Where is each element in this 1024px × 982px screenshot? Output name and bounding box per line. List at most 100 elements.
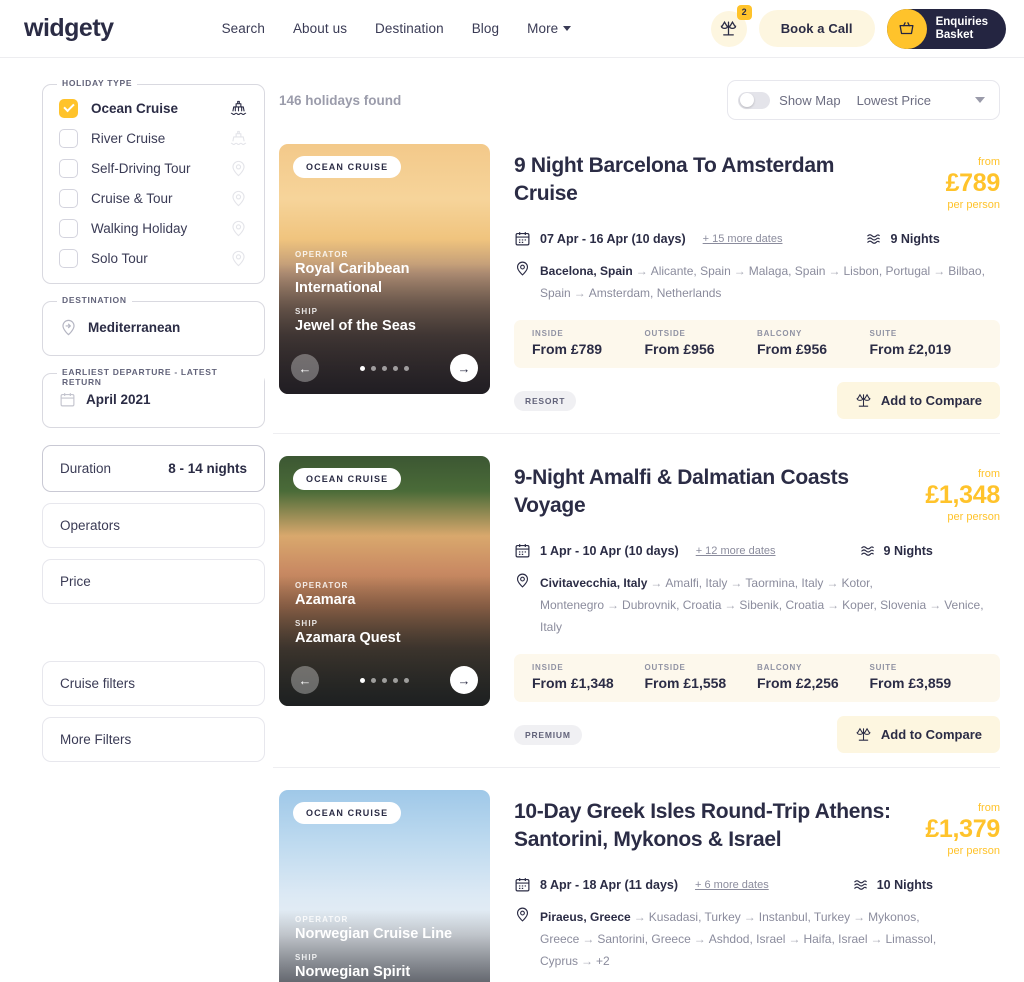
add-to-compare-button[interactable]: Add to Compare (836, 382, 1000, 419)
accordion-value: 8 - 14 nights (168, 461, 247, 476)
checkbox[interactable] (59, 188, 78, 208)
holiday-type-option-cruise-tour[interactable]: Cruise & Tour (43, 183, 264, 213)
holiday-type-option-ocean-cruise[interactable]: Ocean Cruise (43, 93, 264, 123)
holiday-result-card[interactable]: OCEAN CRUISE OPERATOR Azamara SHIP Azamara Q… (273, 433, 1000, 767)
holiday-title[interactable]: 10-Day Greek Isles Round-Trip Athens: Sa… (514, 798, 894, 854)
fare-cabin-type: BALCONY (757, 329, 803, 338)
port-name: Civitavecchia, Italy (540, 576, 648, 590)
add-to-compare-button[interactable]: Add to Compare (836, 716, 1000, 753)
card-header: 9 Night Barcelona To Amsterdam Cruise fro… (514, 152, 1000, 212)
port-arrow-icon: → (827, 598, 840, 612)
holiday-result-card[interactable]: OCEAN CRUISE OPERATOR Royal Caribbean Inte… (273, 136, 1000, 433)
carousel-dot[interactable] (360, 678, 365, 683)
port-name: Ashdod, Israel (708, 932, 786, 946)
holiday-type-option-river-cruise[interactable]: River Cruise (43, 123, 264, 153)
carousel-dot[interactable] (382, 678, 387, 683)
price-per-person-label: per person (947, 199, 1000, 211)
filter-accordion-more-filters[interactable]: More Filters (42, 717, 265, 762)
header-actions: 2 Book a Call Enquiries Basket (710, 4, 1006, 49)
itinerary-row: Civitavecchia, Italy → Amalfi, Italy → Taorm… (514, 572, 1000, 638)
card-image-carousel[interactable]: OCEAN CRUISE OPERATOR Royal Caribbean Inte… (279, 144, 490, 394)
show-map-toggle[interactable]: Show Map (738, 91, 841, 109)
sort-dropdown[interactable]: Lowest Price (857, 93, 985, 108)
port-arrow-icon: → (633, 910, 646, 924)
holiday-title[interactable]: 9 Night Barcelona To Amsterdam Cruise (514, 152, 894, 208)
accordion-label: Price (60, 574, 91, 589)
carousel-dot[interactable] (371, 678, 376, 683)
price-amount: £1,379 (925, 815, 1000, 843)
price-block: from £1,379 per person (908, 798, 1000, 858)
carousel-dot[interactable] (404, 366, 409, 371)
card-header: 9-Night Amalfi & Dalmatian Coasts Voyage… (514, 464, 1000, 524)
departure-dates: 07 Apr - 16 Apr (10 days) (540, 231, 686, 246)
ship-name: Jewel of the Seas (295, 318, 416, 334)
holiday-type-chip: OCEAN CRUISE (293, 156, 402, 178)
nav-item-about-us[interactable]: About us (293, 21, 347, 36)
carousel-prev-button[interactable]: ← (291, 666, 319, 694)
fare-cabin-type: INSIDE (532, 663, 564, 672)
holiday-type-option-self-driving-tour[interactable]: Self-Driving Tour (43, 153, 264, 183)
filter-accordion-price[interactable]: Price (42, 559, 265, 604)
checkbox[interactable] (59, 98, 78, 118)
date-range-value: April 2021 (86, 392, 151, 407)
port-arrow-icon: → (573, 286, 586, 300)
page-body: HOLIDAY TYPE Ocean Cruise River Cruise Sel… (0, 58, 1024, 982)
filters-sidebar: HOLIDAY TYPE Ocean Cruise River Cruise Sel… (0, 58, 265, 982)
itinerary-row: Bacelona, Spain → Alicante, Spain → Malaga, … (514, 260, 1000, 304)
check-icon (62, 100, 75, 113)
logo[interactable]: widgety (24, 16, 114, 41)
book-a-call-button[interactable]: Book a Call (758, 10, 875, 47)
card-details: 9 Night Barcelona To Amsterdam Cruise fro… (514, 144, 1000, 419)
carousel-dot[interactable] (393, 366, 398, 371)
carousel-dot[interactable] (404, 678, 409, 683)
site-header: widgety Search About us Destination Blog Mor… (0, 0, 1024, 57)
accordion-label: Cruise filters (60, 676, 136, 691)
carousel-next-button[interactable]: → (450, 666, 478, 694)
carousel-next-button[interactable]: → (450, 354, 478, 382)
nav-item-destination[interactable]: Destination (375, 21, 444, 36)
nav-item-search[interactable]: Search (222, 21, 265, 36)
dates-row: 8 Apr - 18 Apr (11 days) + 6 more dates 10… (514, 876, 1000, 893)
more-dates-link[interactable]: + 15 more dates (703, 233, 783, 245)
more-dates-link[interactable]: + 12 more dates (696, 545, 776, 557)
holiday-type-option-solo-tour[interactable]: Solo Tour (43, 243, 264, 273)
chevron-down-icon (563, 26, 572, 31)
fare-cell: OUTSIDE From £1,558 (645, 663, 758, 691)
nav-item-more[interactable]: More (527, 21, 572, 36)
more-dates-link[interactable]: + 6 more dates (695, 879, 769, 891)
map-pin-icon (228, 188, 248, 208)
holiday-result-card[interactable]: OCEAN CRUISE OPERATOR Norwegian Cruise Lin… (273, 767, 1000, 982)
enquiries-basket-button[interactable]: Enquiries Basket (886, 8, 1006, 49)
filter-accordion-duration[interactable]: Duration 8 - 14 nights (42, 445, 265, 492)
dates-row: 1 Apr - 10 Apr (10 days) + 12 more dates 9… (514, 542, 1000, 559)
holiday-type-label: Solo Tour (91, 250, 148, 266)
carousel-prev-button[interactable]: ← (291, 354, 319, 382)
calendar-icon (60, 393, 75, 407)
destination-filter[interactable]: DESTINATION Mediterranean (42, 295, 265, 356)
card-image-carousel[interactable]: OCEAN CRUISE OPERATOR Azamara SHIP Azamara Q… (279, 456, 490, 706)
port-arrow-icon: → (693, 932, 706, 946)
card-image-carousel[interactable]: OCEAN CRUISE OPERATOR Norwegian Cruise Lin… (279, 790, 490, 982)
port-name: Instanbul, Turkey (758, 910, 851, 924)
compare-tray-button[interactable]: 2 (710, 4, 752, 47)
date-range-filter[interactable]: EARLIEST DEPARTURE - LATEST RETURN April… (42, 367, 265, 428)
filter-accordion-cruise-filters[interactable]: Cruise filters (42, 661, 265, 706)
checkbox[interactable] (59, 128, 78, 148)
checkbox[interactable] (59, 158, 78, 178)
carousel-dot[interactable] (393, 678, 398, 683)
port-arrow-icon: → (607, 598, 620, 612)
scales-icon (720, 20, 737, 36)
checkbox[interactable] (59, 218, 78, 238)
compare-count-badge: 2 (736, 4, 752, 20)
itinerary-ports: Civitavecchia, Italy → Amalfi, Italy → Taorm… (540, 572, 1000, 638)
filter-accordion-operators[interactable]: Operators (42, 503, 265, 548)
carousel-dot[interactable] (371, 366, 376, 371)
holiday-type-option-walking-holiday[interactable]: Walking Holiday (43, 213, 264, 243)
carousel-dot[interactable] (360, 366, 365, 371)
carousel-dot[interactable] (382, 366, 387, 371)
holiday-title[interactable]: 9-Night Amalfi & Dalmatian Coasts Voyage (514, 464, 894, 520)
nav-item-blog[interactable]: Blog (472, 21, 499, 36)
fare-cabin-type: OUTSIDE (644, 329, 686, 338)
checkbox[interactable] (59, 248, 78, 268)
holiday-type-label: River Cruise (91, 130, 166, 146)
